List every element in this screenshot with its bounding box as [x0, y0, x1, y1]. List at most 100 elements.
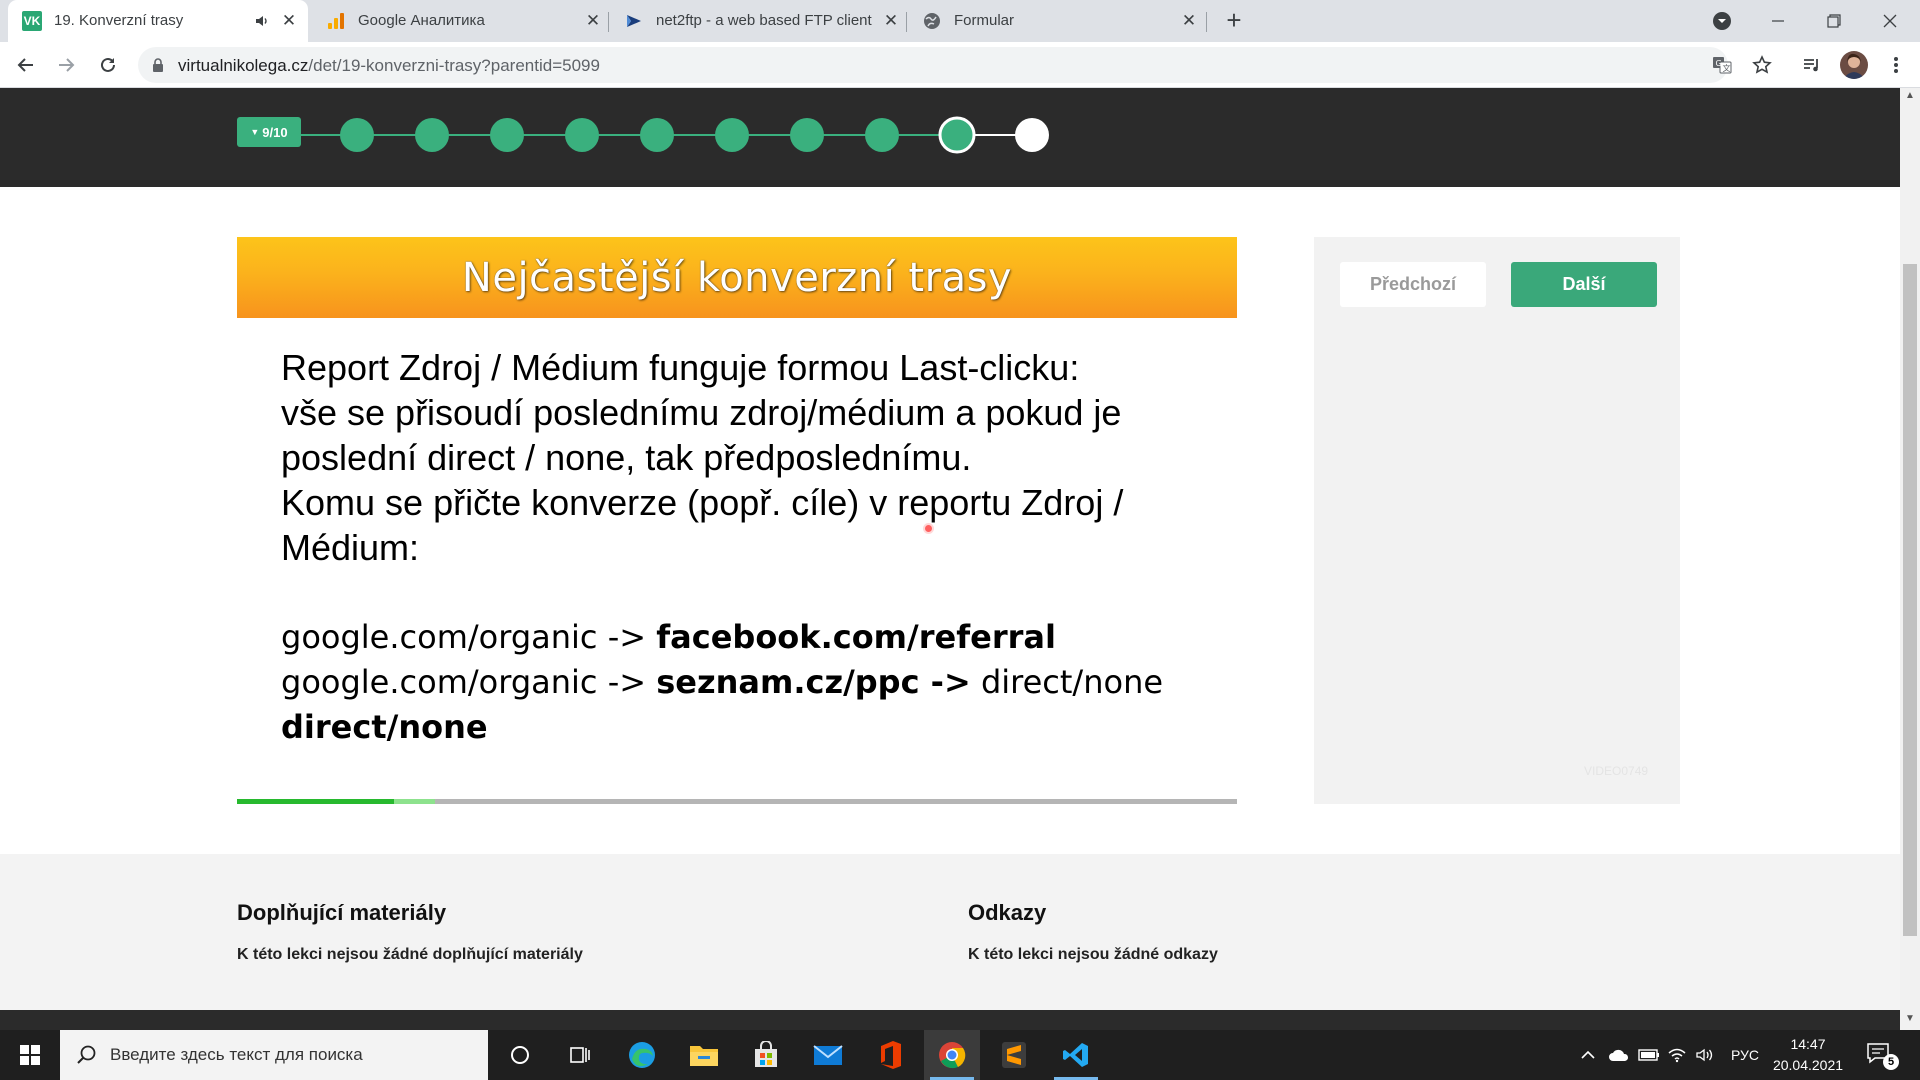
- video-played: [237, 799, 394, 804]
- path-2-middle: seznam.cz/ppc ->: [656, 663, 971, 701]
- lesson-step-1[interactable]: [340, 118, 374, 152]
- lock-icon[interactable]: [152, 57, 164, 73]
- close-icon[interactable]: ✕: [584, 12, 602, 30]
- slide-title: Nejčastější konverzní trasy: [461, 254, 1013, 301]
- tray-chevron-icon[interactable]: [1576, 1030, 1600, 1080]
- tab-formular[interactable]: Formular ✕: [908, 0, 1204, 42]
- taskbar-search-input[interactable]: Введите здесь текст для поиска: [60, 1030, 488, 1080]
- path-1-start: google.com/organic ->: [281, 618, 657, 656]
- wifi-icon[interactable]: [1664, 1030, 1690, 1080]
- materials-section: Doplňující materiály K této lekci nejsou…: [0, 854, 1900, 1030]
- svg-text:G: G: [1716, 59, 1722, 68]
- lesson-step-4[interactable]: [565, 118, 599, 152]
- slide-title-bar: Nejčastější konverzní trasy: [237, 237, 1237, 318]
- browser-toolbar: virtualnikolega.cz/det/19-konverzni-tras…: [0, 42, 1920, 88]
- svg-text:文: 文: [1723, 63, 1731, 73]
- clock-time: 14:47: [1790, 1036, 1826, 1052]
- video-slide[interactable]: Nejčastější konverzní trasy Report Zdroj…: [237, 237, 1237, 792]
- mouse-cursor-dot: [925, 525, 932, 532]
- back-icon[interactable]: [14, 53, 38, 77]
- progress-badge[interactable]: ▼ 9/10: [237, 117, 301, 147]
- tab-title: 19. Konverzní trasy: [54, 12, 184, 29]
- reload-icon[interactable]: [96, 53, 120, 77]
- tab-title: Formular: [954, 12, 1015, 29]
- tab-konverzni-trasy[interactable]: VK 19. Konverzní trasy ✕: [8, 0, 308, 42]
- battery-icon[interactable]: [1636, 1030, 1662, 1080]
- tab-net2ftp[interactable]: net2ftp - a web based FTP client ✕: [610, 0, 906, 42]
- sublime-text-icon[interactable]: [986, 1030, 1042, 1080]
- minimize-button[interactable]: [1758, 6, 1798, 36]
- video-progress-bar[interactable]: [237, 799, 1237, 804]
- lesson-step-6[interactable]: [715, 118, 749, 152]
- bookmark-star-icon[interactable]: [1750, 53, 1774, 77]
- notification-count-badge: 5: [1883, 1054, 1899, 1070]
- lesson-step-7[interactable]: [790, 118, 824, 152]
- lesson-step-10[interactable]: [1015, 118, 1049, 152]
- slide-body: Report Zdroj / Médium funguje formou Las…: [281, 345, 1211, 750]
- previous-button[interactable]: Předchozí: [1340, 262, 1486, 307]
- windows-start-icon[interactable]: [0, 1030, 60, 1080]
- tab-separator: [906, 12, 907, 32]
- address-bar[interactable]: virtualnikolega.cz/det/19-konverzni-tras…: [138, 47, 1732, 83]
- url-text: virtualnikolega.cz/det/19-konverzni-tras…: [178, 56, 600, 76]
- language-indicator[interactable]: РУС: [1726, 1030, 1764, 1080]
- extra-materials-text: K této lekci nejsou žádné doplňující mat…: [237, 946, 583, 963]
- links: Odkazy K této lekci nejsou žádné odkazy: [968, 900, 1218, 964]
- next-button[interactable]: Další: [1511, 262, 1657, 307]
- browser-tab-strip: VK 19. Konverzní trasy ✕ Google Аналитик…: [0, 0, 1920, 42]
- close-window-button[interactable]: [1870, 6, 1910, 36]
- page-scrollbar[interactable]: ▲ ▼: [1900, 88, 1920, 1030]
- scroll-down-icon[interactable]: ▼: [1905, 1013, 1915, 1024]
- clock[interactable]: 14:47 20.04.2021: [1768, 1034, 1848, 1076]
- restore-button[interactable]: [1814, 6, 1854, 36]
- clock-date: 20.04.2021: [1772, 1057, 1844, 1073]
- tab-google-analytics[interactable]: Google Аналитика ✕: [312, 0, 608, 42]
- store-icon[interactable]: [738, 1030, 794, 1080]
- speaker-icon[interactable]: [254, 13, 270, 29]
- url-path: /det/19-konverzni-trasy?parentid=5099: [308, 56, 600, 75]
- scrollbar-thumb[interactable]: [1903, 264, 1917, 936]
- menu-kebab-icon[interactable]: [1884, 53, 1908, 77]
- tab-title: net2ftp - a web based FTP client: [656, 12, 872, 29]
- caret-down-icon: ▼: [250, 127, 260, 137]
- lesson-step-2[interactable]: [415, 118, 449, 152]
- lesson-step-8[interactable]: [865, 118, 899, 152]
- close-icon[interactable]: ✕: [1180, 12, 1198, 30]
- cortana-icon[interactable]: [492, 1030, 548, 1080]
- scroll-up-icon[interactable]: ▲: [1905, 90, 1915, 101]
- search-icon: [76, 1044, 98, 1066]
- chrome-taskbar-icon[interactable]: [924, 1030, 980, 1080]
- tab-search-button[interactable]: [1702, 6, 1742, 36]
- translate-icon[interactable]: G文: [1712, 55, 1732, 75]
- office-icon[interactable]: [862, 1030, 918, 1080]
- lesson-step-9[interactable]: [938, 116, 976, 154]
- path-2-end: direct/none: [970, 663, 1164, 701]
- links-text: K této lekci nejsou žádné odkazy: [968, 946, 1218, 963]
- extra-materials-title: Doplňující materiály: [237, 900, 447, 925]
- file-explorer-icon[interactable]: [676, 1030, 732, 1080]
- slide-paragraph: Report Zdroj / Médium funguje formou Las…: [281, 345, 1211, 570]
- volume-icon[interactable]: [1692, 1030, 1718, 1080]
- profile-avatar[interactable]: [1840, 51, 1868, 79]
- tab-title: Google Аналитика: [358, 12, 485, 29]
- edge-icon[interactable]: [614, 1030, 670, 1080]
- vscode-icon[interactable]: [1048, 1030, 1104, 1080]
- mail-icon[interactable]: [800, 1030, 856, 1080]
- new-tab-button[interactable]: +: [1222, 7, 1246, 33]
- lesson-step-3[interactable]: [490, 118, 524, 152]
- task-view-icon[interactable]: [552, 1030, 608, 1080]
- paragraph-line: poslední direct / none, tak předposlední…: [281, 437, 972, 478]
- progress-label: 9/10: [262, 124, 288, 140]
- conversion-paths: google.com/organic -> facebook.com/refer…: [281, 615, 1211, 750]
- forward-icon[interactable]: [54, 53, 78, 77]
- media-control-icon[interactable]: [1800, 53, 1824, 77]
- paragraph-line: Komu se přičte konverze (popř. cíle) v r…: [281, 482, 1124, 523]
- lesson-step-5[interactable]: [640, 118, 674, 152]
- search-placeholder: Введите здесь текст для поиска: [110, 1045, 363, 1064]
- close-icon[interactable]: ✕: [280, 12, 298, 30]
- close-icon[interactable]: ✕: [882, 12, 900, 30]
- onedrive-icon[interactable]: [1606, 1030, 1632, 1080]
- video-id: VIDEO0749: [1584, 764, 1649, 778]
- paragraph-line: Médium:: [281, 527, 420, 568]
- tab-separator: [1206, 12, 1207, 32]
